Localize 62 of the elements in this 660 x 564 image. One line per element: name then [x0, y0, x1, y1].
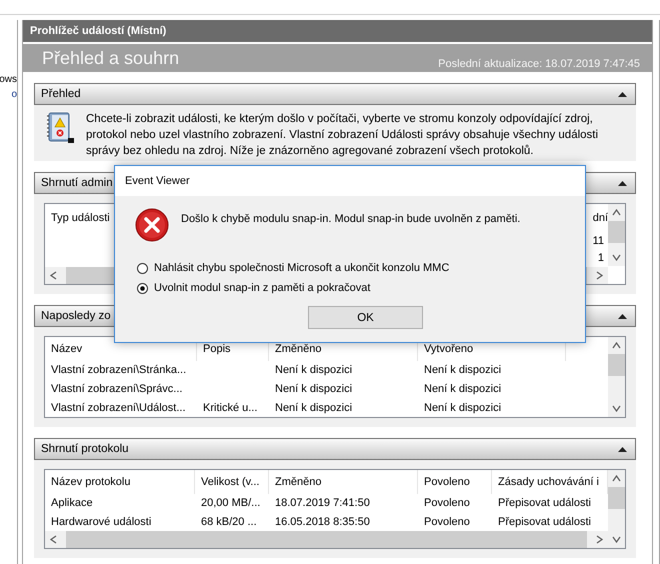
vertical-scrollbar[interactable]: [608, 470, 625, 548]
radio-button[interactable]: [137, 282, 148, 294]
table-cell-text: Kritické u...: [202, 402, 258, 414]
table-cell-text: Není k dispozici: [423, 382, 502, 395]
section-header[interactable]: Přehled: [34, 83, 636, 105]
last-update-text: Poslední aktualizace: 18.07.2019 7:47:45: [438, 58, 640, 72]
dialog-title: Event Viewer: [125, 175, 190, 187]
column-header[interactable]: Velikost (v...: [195, 470, 269, 494]
column-header[interactable]: Název protokolu: [45, 470, 195, 494]
chevron-down-icon: [612, 253, 621, 262]
table-cell-text: Přepisovat události: [497, 516, 592, 528]
ok-button[interactable]: OK: [308, 306, 423, 329]
table-cell-text: Vlastní zobrazení\Správc...: [50, 382, 184, 395]
tree-item[interactable]: o: [11, 89, 17, 100]
table-cell-text: 1: [596, 252, 605, 264]
table-cell-text: Vlastní zobrazení\Stránka...: [50, 364, 188, 376]
table-cell-text: 11: [592, 234, 605, 247]
chevron-left-icon: [49, 534, 58, 544]
page-heading: Přehled a souhrn: [42, 48, 180, 68]
error-message: Došlo k chybě modulu snap-in. Modul snap-in bude uvolněn z paměti.: [181, 212, 520, 227]
radio-option[interactable]: Uvolnit modul snap-in z paměti a pokračovat: [135, 282, 585, 294]
radio-option[interactable]: Nahlásit chybu společnosti Microsoft a ukončit konzolu MMC: [135, 262, 585, 274]
table-cell-text: 16.05.2018 8:35:50: [274, 516, 371, 528]
chevron-up-icon: [612, 474, 621, 483]
console-title: Prohlížeč událostí (Místní): [30, 25, 166, 37]
scroll-thumb[interactable]: [608, 487, 625, 509]
section-header[interactable]: Shrnutí protokolu: [34, 438, 636, 460]
chevron-right-icon: [595, 534, 604, 544]
chevron-up-icon: [612, 341, 621, 350]
error-icon: [135, 208, 169, 242]
chevron-left-icon: [49, 271, 58, 280]
collapse-icon: [618, 446, 627, 452]
chevron-up-icon: [612, 208, 621, 217]
vertical-scrollbar[interactable]: [608, 337, 625, 417]
table-cell-text: 20,00 MB/...: [200, 496, 262, 509]
radio-button[interactable]: [137, 262, 148, 274]
chevron-right-icon: [595, 271, 604, 280]
scroll-thumb[interactable]: [608, 354, 625, 376]
table-cell-text: Není k dispozici: [423, 364, 502, 376]
table-cell-text: 18.07.2019 7:41:50: [274, 496, 371, 509]
overview-text: Chcete-li zobrazit události, ke kterým došlo v počítači, vyberte ve stromu konzoly odpovídající zdroj, protokol nebo uzel vlastního zobrazení. Vlastní zobrazení Události správy obsahuje všechny události správy bez ohledu na zdroj. Níže je znázorněno agregované zobrazení všech protokolů.: [86, 112, 600, 159]
table-cell-text: Přepisovat události: [497, 496, 592, 509]
vertical-scrollbar[interactable]: [608, 204, 625, 266]
table-cell-text: Povoleno: [423, 496, 471, 509]
table-cell-text: Není k dispozici: [274, 402, 354, 414]
collapse-icon: [618, 92, 627, 96]
collapse-icon: [618, 180, 627, 186]
table-cell-text: Není k dispozici: [423, 402, 502, 414]
table-cell-text: Není k dispozici: [274, 382, 354, 395]
table-cell-text: Aplikace: [50, 496, 94, 509]
column-header[interactable]: Povoleno: [418, 470, 492, 494]
table-cell-text: Povoleno: [423, 516, 471, 528]
table-cell-text: Není k dispozici: [274, 364, 354, 376]
table-cell-text: Vlastní zobrazení\Událost...: [50, 402, 187, 414]
scroll-thumb[interactable]: [608, 221, 625, 243]
tree-item[interactable]: ows: [0, 74, 17, 85]
table-cell-text: 68 kB/20 ...: [200, 516, 258, 528]
column-header[interactable]: Změněno: [269, 470, 418, 494]
chevron-down-icon: [612, 404, 621, 413]
collapse-icon: [618, 314, 627, 318]
table-cell-text: Hardwarové události: [50, 516, 152, 528]
chevron-down-icon: [612, 535, 621, 544]
